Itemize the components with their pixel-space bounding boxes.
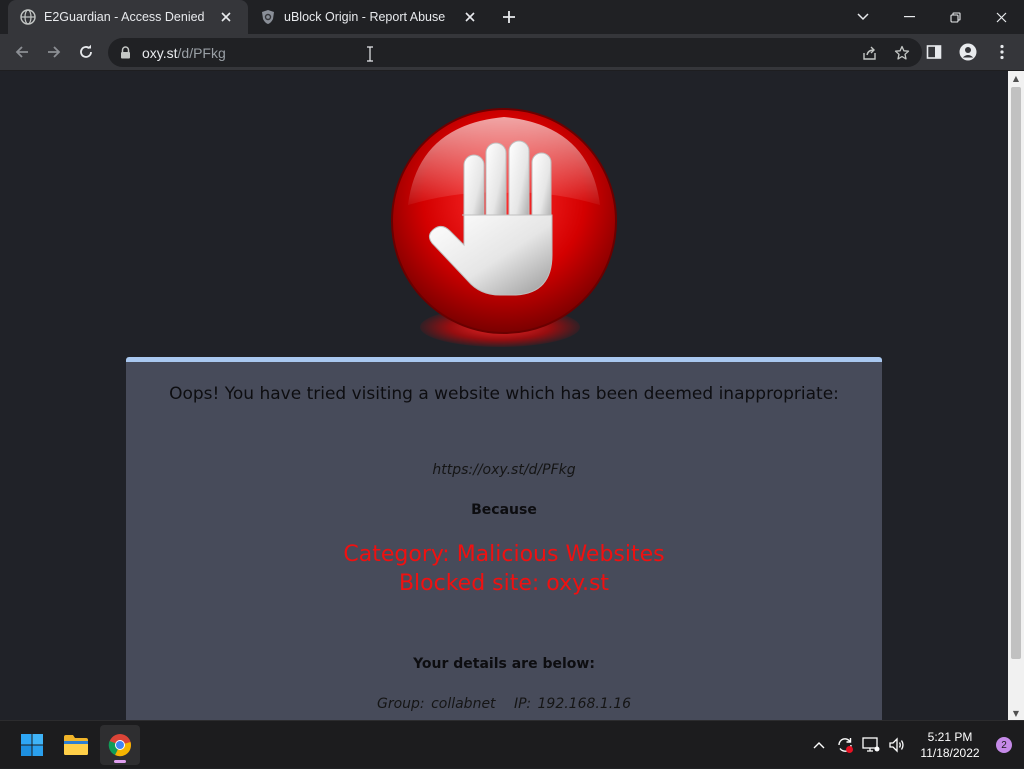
bookmark-star-icon[interactable] bbox=[892, 43, 912, 63]
browser-toolbar: oxy.st/d/PFkg bbox=[0, 34, 1024, 71]
clock-time: 5:21 PM bbox=[927, 730, 973, 744]
profile-icon[interactable] bbox=[954, 38, 982, 66]
notification-badge[interactable]: 2 bbox=[996, 737, 1012, 753]
text-cursor-icon bbox=[366, 46, 374, 65]
tab-strip: E2Guardian - Access Denied uBlock Origin… bbox=[0, 0, 1024, 34]
new-tab-button[interactable] bbox=[498, 6, 520, 28]
url-path: /d/PFkg bbox=[177, 44, 226, 61]
block-message-card: Oops! You have tried visiting a website … bbox=[126, 357, 882, 720]
reload-icon[interactable] bbox=[72, 38, 100, 66]
tab-ublock[interactable]: uBlock Origin - Report Abuse bbox=[252, 0, 492, 34]
omnibox-actions bbox=[860, 43, 912, 63]
because-label: Because bbox=[471, 502, 537, 518]
tab-title: uBlock Origin - Report Abuse bbox=[284, 10, 446, 24]
page-title: Oops! You have tried visiting a website … bbox=[169, 384, 839, 404]
url-host: oxy.st bbox=[142, 44, 178, 61]
user-ip: IP: 192.168.1.16 bbox=[514, 696, 632, 712]
active-app-indicator bbox=[114, 760, 126, 763]
system-tray: 5:21 PM 11/18/2022 2 bbox=[806, 721, 1024, 769]
blocked-url: https://oxy.st/d/PFkg bbox=[432, 462, 576, 478]
back-icon[interactable] bbox=[8, 38, 36, 66]
user-details: Group: collabnet IP: 192.168.1.16 bbox=[126, 696, 882, 712]
chevron-up-icon[interactable] bbox=[806, 732, 832, 758]
vertical-scrollbar[interactable]: ▲ ▼ bbox=[1008, 71, 1024, 720]
ublock-icon bbox=[260, 9, 276, 25]
share-icon[interactable] bbox=[860, 43, 880, 63]
clock[interactable]: 5:21 PM 11/18/2022 bbox=[910, 729, 990, 761]
user-group: Group: collabnet bbox=[376, 696, 496, 712]
forward-icon[interactable] bbox=[40, 38, 68, 66]
scroll-up-arrow-icon[interactable]: ▲ bbox=[1008, 71, 1024, 85]
stop-hand-icon bbox=[388, 105, 620, 337]
network-icon[interactable] bbox=[858, 732, 884, 758]
volume-icon[interactable] bbox=[884, 732, 910, 758]
address-bar[interactable]: oxy.st/d/PFkg bbox=[108, 38, 922, 67]
restore-icon[interactable] bbox=[932, 0, 978, 34]
page-viewport: Oops! You have tried visiting a website … bbox=[0, 71, 1008, 720]
scroll-down-arrow-icon[interactable]: ▼ bbox=[1008, 706, 1024, 720]
close-tab-icon[interactable] bbox=[218, 9, 234, 25]
file-explorer-icon[interactable] bbox=[56, 725, 96, 765]
sync-icon[interactable] bbox=[832, 732, 858, 758]
window-controls bbox=[886, 0, 1024, 34]
toolbar-actions bbox=[920, 38, 1016, 66]
block-reason: Category: Malicious Websites Blocked sit… bbox=[126, 540, 882, 598]
close-window-icon[interactable] bbox=[978, 0, 1024, 34]
blocked-site: Blocked site: oxy.st bbox=[398, 571, 610, 596]
menu-kebab-icon[interactable] bbox=[988, 38, 1016, 66]
tab-search-icon[interactable] bbox=[852, 6, 874, 28]
block-category: Category: Malicious Websites bbox=[343, 542, 665, 567]
tab-title: E2Guardian - Access Denied bbox=[44, 10, 205, 24]
minimize-icon[interactable] bbox=[886, 0, 932, 34]
clock-date: 11/18/2022 bbox=[920, 746, 980, 760]
start-icon[interactable] bbox=[12, 725, 52, 765]
lock-icon[interactable] bbox=[120, 46, 134, 60]
close-tab-icon[interactable] bbox=[462, 9, 478, 25]
globe-icon bbox=[20, 9, 36, 25]
scroll-thumb[interactable] bbox=[1011, 87, 1021, 659]
side-panel-icon[interactable] bbox=[920, 38, 948, 66]
details-heading: Your details are below: bbox=[413, 656, 595, 672]
chrome-icon[interactable] bbox=[100, 725, 140, 765]
taskbar: 5:21 PM 11/18/2022 2 bbox=[0, 720, 1024, 768]
tab-e2guardian[interactable]: E2Guardian - Access Denied bbox=[8, 0, 248, 34]
